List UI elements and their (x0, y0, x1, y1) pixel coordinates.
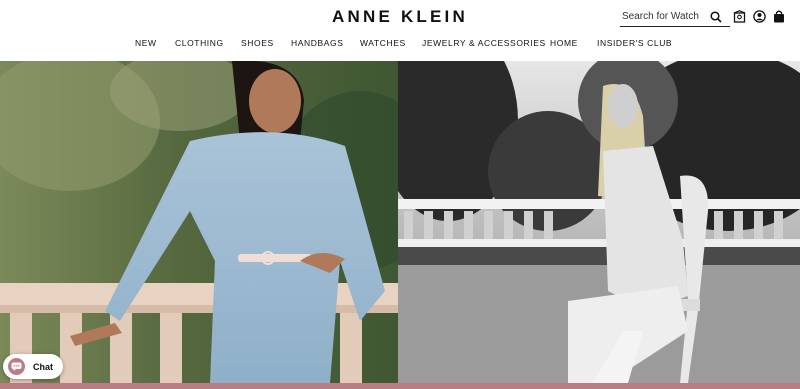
search-bar[interactable] (620, 7, 730, 27)
search-input[interactable] (620, 11, 710, 22)
account-icon[interactable] (753, 10, 766, 28)
nav-item-jewelry-accessories[interactable]: JEWELRY & ACCESSORIES (422, 38, 546, 48)
nav-item-shoes[interactable]: SHOES (241, 38, 274, 48)
nav-item-watches[interactable]: WATCHES (360, 38, 406, 48)
nav-item-home[interactable]: HOME (550, 38, 578, 48)
search-icon[interactable] (710, 10, 722, 28)
hero-banner[interactable] (0, 61, 800, 383)
site-header: ANNE KLEIN NEW CLOTHING SHOES HANDBAGS W… (0, 0, 800, 61)
nav-item-new[interactable]: NEW (135, 38, 157, 48)
bottom-accent-bar (0, 383, 800, 389)
nav-item-clothing[interactable]: CLOTHING (175, 38, 224, 48)
shopping-bag-icon[interactable] (773, 10, 785, 28)
hero-image-left[interactable] (0, 61, 398, 383)
chat-label: Chat (33, 361, 53, 372)
main-navigation: NEW CLOTHING SHOES HANDBAGS WATCHES JEWE… (0, 38, 800, 52)
hero-image-right[interactable] (398, 61, 800, 383)
chat-button[interactable]: Chat (3, 354, 63, 379)
nav-item-insiders-club[interactable]: INSIDER'S CLUB (597, 38, 672, 48)
nav-item-handbags[interactable]: HANDBAGS (291, 38, 344, 48)
store-locator-icon[interactable] (733, 10, 746, 28)
chat-icon (8, 358, 25, 375)
